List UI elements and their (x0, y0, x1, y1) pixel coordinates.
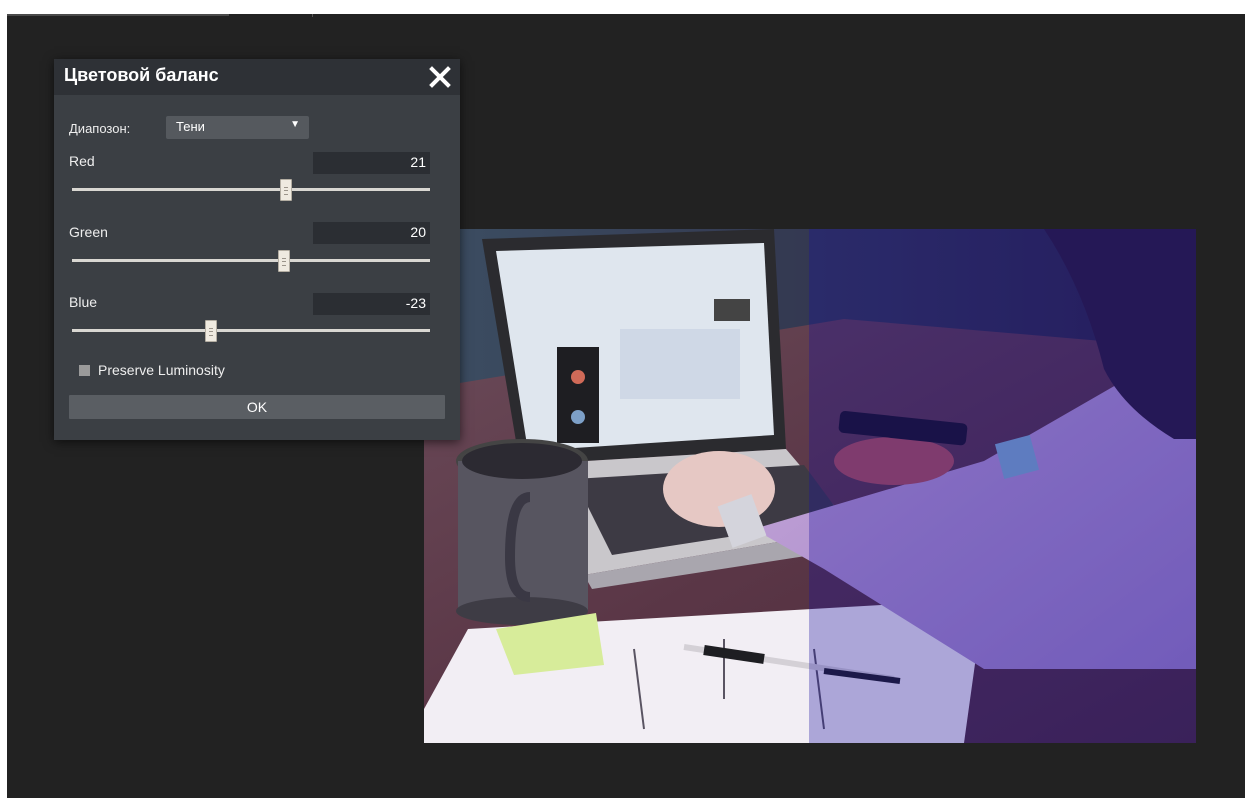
range-label: Диапозон: (69, 121, 131, 136)
preserve-luminosity-checkbox[interactable] (79, 365, 90, 376)
dropdown-arrow-icon: ▼ (290, 119, 300, 130)
red-label: Red (69, 153, 95, 169)
range-select-value: Тени (176, 119, 205, 134)
blue-value-field[interactable]: -23 (313, 293, 430, 315)
green-slider-thumb[interactable] (278, 250, 290, 272)
preserve-luminosity-label: Preserve Luminosity (98, 362, 225, 378)
top-tab-strip (7, 14, 229, 16)
top-divider (312, 14, 313, 17)
blue-slider-thumb[interactable] (205, 320, 217, 342)
image-canvas[interactable] (424, 229, 1196, 743)
red-value-field[interactable]: 21 (313, 152, 430, 174)
close-icon (429, 66, 451, 88)
green-label: Green (69, 224, 108, 240)
dialog-titlebar[interactable]: Цветовой баланс (54, 59, 460, 95)
dialog-title: Цветовой баланс (64, 65, 219, 85)
red-slider-thumb[interactable] (280, 179, 292, 201)
ok-button[interactable]: OK (69, 395, 445, 419)
green-slider-track[interactable] (72, 259, 430, 262)
blue-label: Blue (69, 294, 98, 310)
color-balance-dialog[interactable]: Цветовой баланс Диапозон: Тени ▼ Red 21 … (54, 59, 460, 440)
blue-slider-track[interactable] (72, 329, 430, 332)
range-select[interactable]: Тени ▼ (166, 116, 309, 139)
red-slider-track[interactable] (72, 188, 430, 191)
green-value-field[interactable]: 20 (313, 222, 430, 244)
photo-laptop-desk (424, 229, 1196, 743)
close-button[interactable] (428, 63, 452, 91)
